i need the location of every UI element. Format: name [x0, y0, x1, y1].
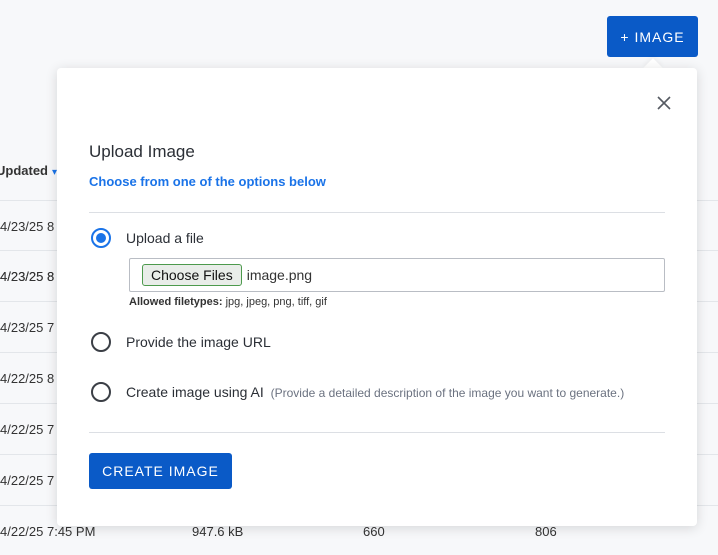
cell-width: 660 [363, 524, 385, 539]
upload-image-modal: Upload Image Choose from one of the opti… [57, 68, 697, 526]
create-image-button[interactable]: CREATE IMAGE [89, 453, 232, 489]
radio-create-ai[interactable] [91, 382, 111, 402]
cell-height: 806 [535, 524, 557, 539]
option-hint-create-ai: (Provide a detailed description of the i… [270, 386, 625, 400]
modal-title: Upload Image [89, 142, 195, 161]
choose-files-button[interactable]: Choose Files [142, 264, 242, 286]
column-header-updated[interactable]: Updated ▾ [0, 163, 57, 187]
cell-updated: 4/22/25 7 [0, 473, 55, 488]
modal-subtitle: Choose from one of the options below [89, 174, 326, 189]
allowed-filetypes-label: Allowed filetypes: [129, 296, 223, 308]
selected-file-name: image.png [246, 267, 313, 283]
cell-updated: 4/23/25 7 [0, 320, 55, 335]
page: Updated ▾ 4/23/25 8 4/23/25 8 4/23/25 8 4… [0, 0, 718, 555]
allowed-filetypes: Allowed filetypes: jpg, jpeg, png, tiff,… [129, 296, 327, 308]
divider-bottom [89, 432, 665, 433]
cell-updated: 4/22/25 7:45 PM [0, 524, 96, 539]
close-icon [657, 96, 671, 110]
file-input[interactable]: Choose Files image.png [129, 258, 665, 292]
allowed-filetypes-list: jpg, jpeg, png, tiff, gif [225, 296, 327, 308]
radio-upload-file[interactable] [91, 228, 111, 248]
radio-image-url[interactable] [91, 332, 111, 352]
option-label-upload-file: Upload a file [126, 230, 204, 246]
cell-updated: 4/22/25 8 [0, 371, 55, 386]
option-label-create-ai-text: Create image using AI [126, 384, 264, 400]
cell-updated: 4/22/25 7 [0, 422, 55, 437]
cell-size: 947.6 kB [192, 524, 244, 539]
cell-updated: 4/23/25 8 [0, 269, 55, 284]
option-label-create-ai: Create image using AI (Provide a detaile… [126, 384, 624, 400]
close-button[interactable] [653, 92, 675, 114]
add-image-button[interactable]: + IMAGE [607, 16, 698, 57]
column-header-updated-label: Updated [0, 163, 48, 178]
cell-updated: 4/23/25 8 [0, 219, 55, 234]
divider-top [89, 212, 665, 213]
option-label-image-url: Provide the image URL [126, 334, 271, 350]
